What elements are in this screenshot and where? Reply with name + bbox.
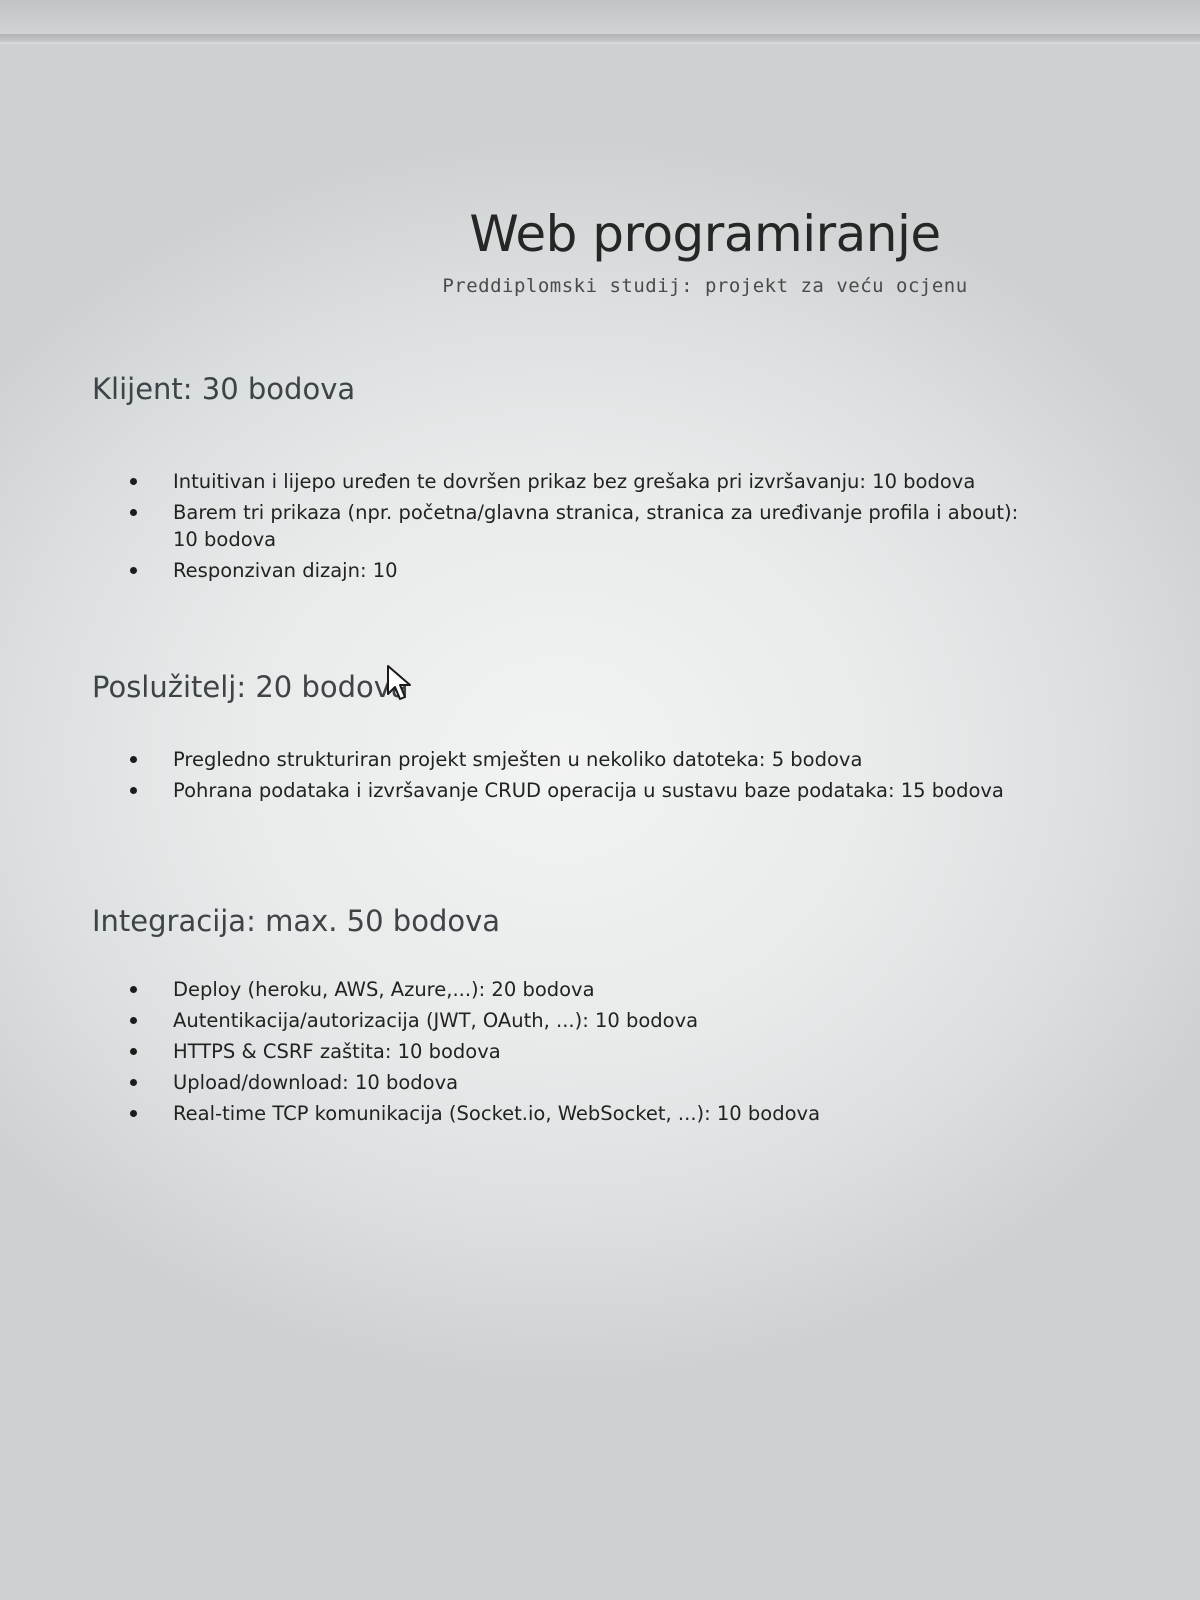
list-item: Intuitivan i lijepo uređen te dovršen pr… [128,468,1048,495]
list-item: Upload/download: 10 bodova [128,1069,1048,1096]
list-item: Responzivan dizajn: 10 [128,557,1048,584]
bullet-icon [130,1110,137,1117]
bullet-icon [130,478,137,485]
list-item-text: Deploy (heroku, AWS, Azure,...): 20 bodo… [173,978,595,1001]
bullet-list-integracija: Deploy (heroku, AWS, Azure,...): 20 bodo… [128,976,1048,1131]
section-heading-posluzitelj: Poslužitelj: 20 bodova [92,670,409,704]
list-item: Autentikacija/autorizacija (JWT, OAuth, … [128,1007,1048,1034]
section-heading-klijent: Klijent: 30 bodova [92,372,356,406]
bullet-list-posluzitelj: Pregledno strukturiran projekt smješten … [128,746,1048,808]
list-item: Barem tri prikaza (npr. početna/glavna s… [128,499,1048,553]
bullet-icon [130,986,137,993]
bullet-icon [130,756,137,763]
list-item: Pregledno strukturiran projekt smješten … [128,746,1048,773]
list-item: HTTPS & CSRF zaštita: 10 bodova [128,1038,1048,1065]
document-title: Web programiranje [469,205,941,263]
list-item-text: HTTPS & CSRF zaštita: 10 bodova [173,1040,501,1063]
list-item-text: Intuitivan i lijepo uređen te dovršen pr… [173,470,976,493]
list-item-text: Real-time TCP komunikacija (Socket.io, W… [173,1102,821,1125]
document-page: Web programiranje Preddiplomski studij: … [0,0,1200,1600]
list-item-text: Autentikacija/autorizacija (JWT, OAuth, … [173,1009,699,1032]
bullet-icon [130,1079,137,1086]
mouse-pointer-icon [387,665,411,700]
list-item-text: Pregledno strukturiran projekt smješten … [173,748,863,771]
bullet-icon [130,1048,137,1055]
bullet-icon [130,567,137,574]
section-heading-integracija: Integracija: max. 50 bodova [92,904,501,938]
bullet-icon [130,509,137,516]
list-item: Pohrana podataka i izvršavanje CRUD oper… [128,777,1048,804]
list-item-text: Pohrana podataka i izvršavanje CRUD oper… [173,779,1004,802]
monitor-screen: Web programiranje Preddiplomski studij: … [0,0,1200,1600]
list-item-text: Barem tri prikaza (npr. početna/glavna s… [173,501,1019,551]
bullet-icon [130,787,137,794]
list-item: Deploy (heroku, AWS, Azure,...): 20 bodo… [128,976,1048,1003]
bullet-list-klijent: Intuitivan i lijepo uređen te dovršen pr… [128,468,1048,588]
list-item-text: Upload/download: 10 bodova [173,1071,459,1094]
bullet-icon [130,1017,137,1024]
list-item: Real-time TCP komunikacija (Socket.io, W… [128,1100,1048,1127]
document-subtitle: Preddiplomski studij: projekt za veću oc… [442,275,968,297]
list-item-text: Responzivan dizajn: 10 [173,559,398,582]
